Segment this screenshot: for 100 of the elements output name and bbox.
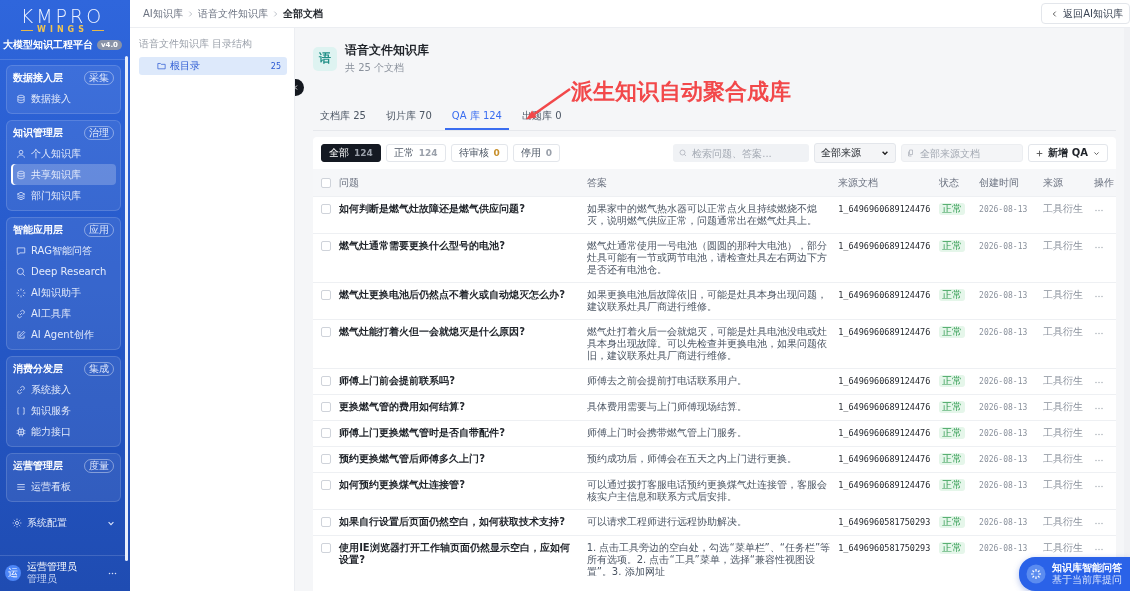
nav-item[interactable]: 共享知识库 [11,164,116,185]
filter-chip[interactable]: 待审核 0 [450,144,508,162]
column-header: 问题 [339,176,360,188]
checkbox[interactable] [321,517,331,527]
document-cell: 1_6496960689124476 [838,290,931,300]
chevron-icon [1093,149,1100,157]
nav-item[interactable]: 部门知识库 [11,185,116,206]
status-tag: 正常 [938,542,965,554]
source-cell: 工具衍生 [1043,427,1084,438]
nav-item[interactable]: AI工具库 [11,303,116,324]
stack-icon [16,190,26,201]
chat-icon [16,245,26,256]
answer-cell: 师傅去之前会提前打电话联系用户。 [586,375,747,386]
status-tag: 正常 [938,289,965,301]
question-cell: 师傅上门前会提前联系吗? [339,375,455,386]
section-title: 消费分发层 [13,362,63,376]
checkbox[interactable] [321,480,331,490]
add-button[interactable]: 新增 QA [1028,144,1108,162]
source-select[interactable]: 全部来源 [814,143,897,163]
answer-cell: 师傅上门时会携带燃气管上门服务。 [586,427,747,438]
date-cell: 2026-08-13 [979,377,1028,386]
database-icon [16,169,26,180]
assistant-button[interactable]: 知识库智能问答 基于当前库提问 [1019,557,1130,591]
logo-title: KMPRO [20,6,105,26]
scrollbar[interactable] [1124,28,1130,557]
settings-menu[interactable]: 系统配置 [6,510,121,536]
tab[interactable]: QA 库 124 [444,105,509,130]
date-cell: 2026-08-13 [979,544,1028,553]
answer-cell: 预约成功后，师傅会在五天之内上门进行更换。 [586,453,797,464]
checkbox[interactable] [321,428,331,438]
document-field[interactable]: 全部来源文档 [901,144,1024,162]
nav-item[interactable]: RAG智能问答 [11,240,116,261]
checkbox[interactable] [321,290,331,300]
search-icon [16,266,26,277]
tab[interactable]: 文档库 25 [313,105,373,130]
column-header: 创建时间 [979,176,1020,188]
section-title: 知识管理层 [13,126,63,140]
question-cell: 燃气灶通常需要更换什么型号的电池? [339,240,505,251]
database-icon [16,93,26,104]
date-cell: 2026-08-13 [979,242,1028,251]
breadcrumb-link[interactable]: 全部文档 [282,6,323,21]
filter-chip[interactable]: 停用 0 [512,144,561,162]
filter-chip[interactable]: 正常 124 [385,144,446,162]
tree-item[interactable]: 根目录 25 [139,57,287,75]
nav-item[interactable]: 知识服务 [11,400,116,421]
checkbox[interactable] [321,327,331,337]
answer-cell: 可以通过拨打客服电话预约更换煤气灶连接管，客服会核实户主信息和联系方式后安排。 [586,479,827,502]
checkbox[interactable] [321,204,331,214]
source-cell: 工具衍生 [1043,203,1084,214]
nav-item[interactable]: AI Agent创作 [11,324,116,345]
source-cell: 工具衍生 [1043,401,1084,412]
back-button[interactable]: 返回AI知识库 [1041,3,1130,24]
logo-subtitle: WINGS [37,26,88,34]
document-cell: 1_6496960689124476 [838,327,931,337]
search-field[interactable]: 检索问题、答案... [673,144,810,162]
nav-item[interactable]: Deep Research [11,261,116,282]
question-cell: 预约更换燃气管后师傅多久上门? [339,453,485,464]
breadcrumb-link[interactable]: AI知识库 [143,6,183,21]
question-cell: 如果自行设置后页面仍然空白，如何获取技术支持? [339,516,565,527]
nav-item[interactable]: AI知识助手 [11,282,116,303]
date-cell: 2026-08-13 [979,518,1028,527]
section-title: 运营管理层 [13,459,63,473]
list-icon [16,481,26,492]
person-icon [16,148,26,159]
checkbox[interactable] [321,402,331,412]
nav-item[interactable]: 运营看板 [11,476,116,497]
search-icon [679,149,688,157]
tree-heading: 语音文件知识库 目录结构 [139,37,254,51]
breadcrumb-link[interactable]: 语音文件知识库 [197,6,268,21]
document-cell: 1_6496960581750293 [838,517,931,527]
answer-cell: 如果家中的燃气热水器可以正常点火且持续燃烧不熄灭，说明燃气供应正常，问题通常出在燃气灶具上。 [586,203,817,226]
platform-tagline: 大模型知识工程平台 [3,38,93,52]
status-tag: 正常 [938,427,965,439]
question-cell: 师傅上门更换燃气管时是否自带配件? [339,427,505,438]
checkbox[interactable] [321,178,331,188]
scrollbar[interactable] [125,56,128,561]
link-icon [16,384,26,395]
status-tag: 正常 [938,479,965,491]
checkbox[interactable] [321,376,331,386]
tab[interactable]: 切片库 70 [378,105,439,130]
question-cell: 燃气灶更换电池后仍然点不着火或自动熄灭怎么办? [339,289,565,300]
nav-item[interactable]: 数据接入 [11,88,116,109]
link-icon [16,308,26,319]
date-cell: 2026-08-13 [979,291,1028,300]
section-title: 智能应用层 [13,223,63,237]
library-icon: 语 [313,46,337,71]
filter-chip[interactable]: 全部 124 [321,144,381,162]
source-cell: 工具衍生 [1043,453,1084,464]
document-cell: 1_6496960689124476 [838,480,931,490]
nav-item[interactable]: 能力接口 [11,421,116,442]
date-cell: 2026-08-13 [979,481,1028,490]
folder-icon [157,62,166,70]
answer-cell: 具体费用需要与上门师傅现场结算。 [586,401,747,412]
question-cell: 如何判断是燃气灶故障还是燃气供应问题? [339,203,525,214]
checkbox[interactable] [321,454,331,464]
nav-item[interactable]: 系统接入 [11,379,116,400]
chevron-icon [107,519,115,527]
nav-item[interactable]: 个人知识库 [11,143,116,164]
checkbox[interactable] [321,543,331,553]
checkbox[interactable] [321,241,331,251]
